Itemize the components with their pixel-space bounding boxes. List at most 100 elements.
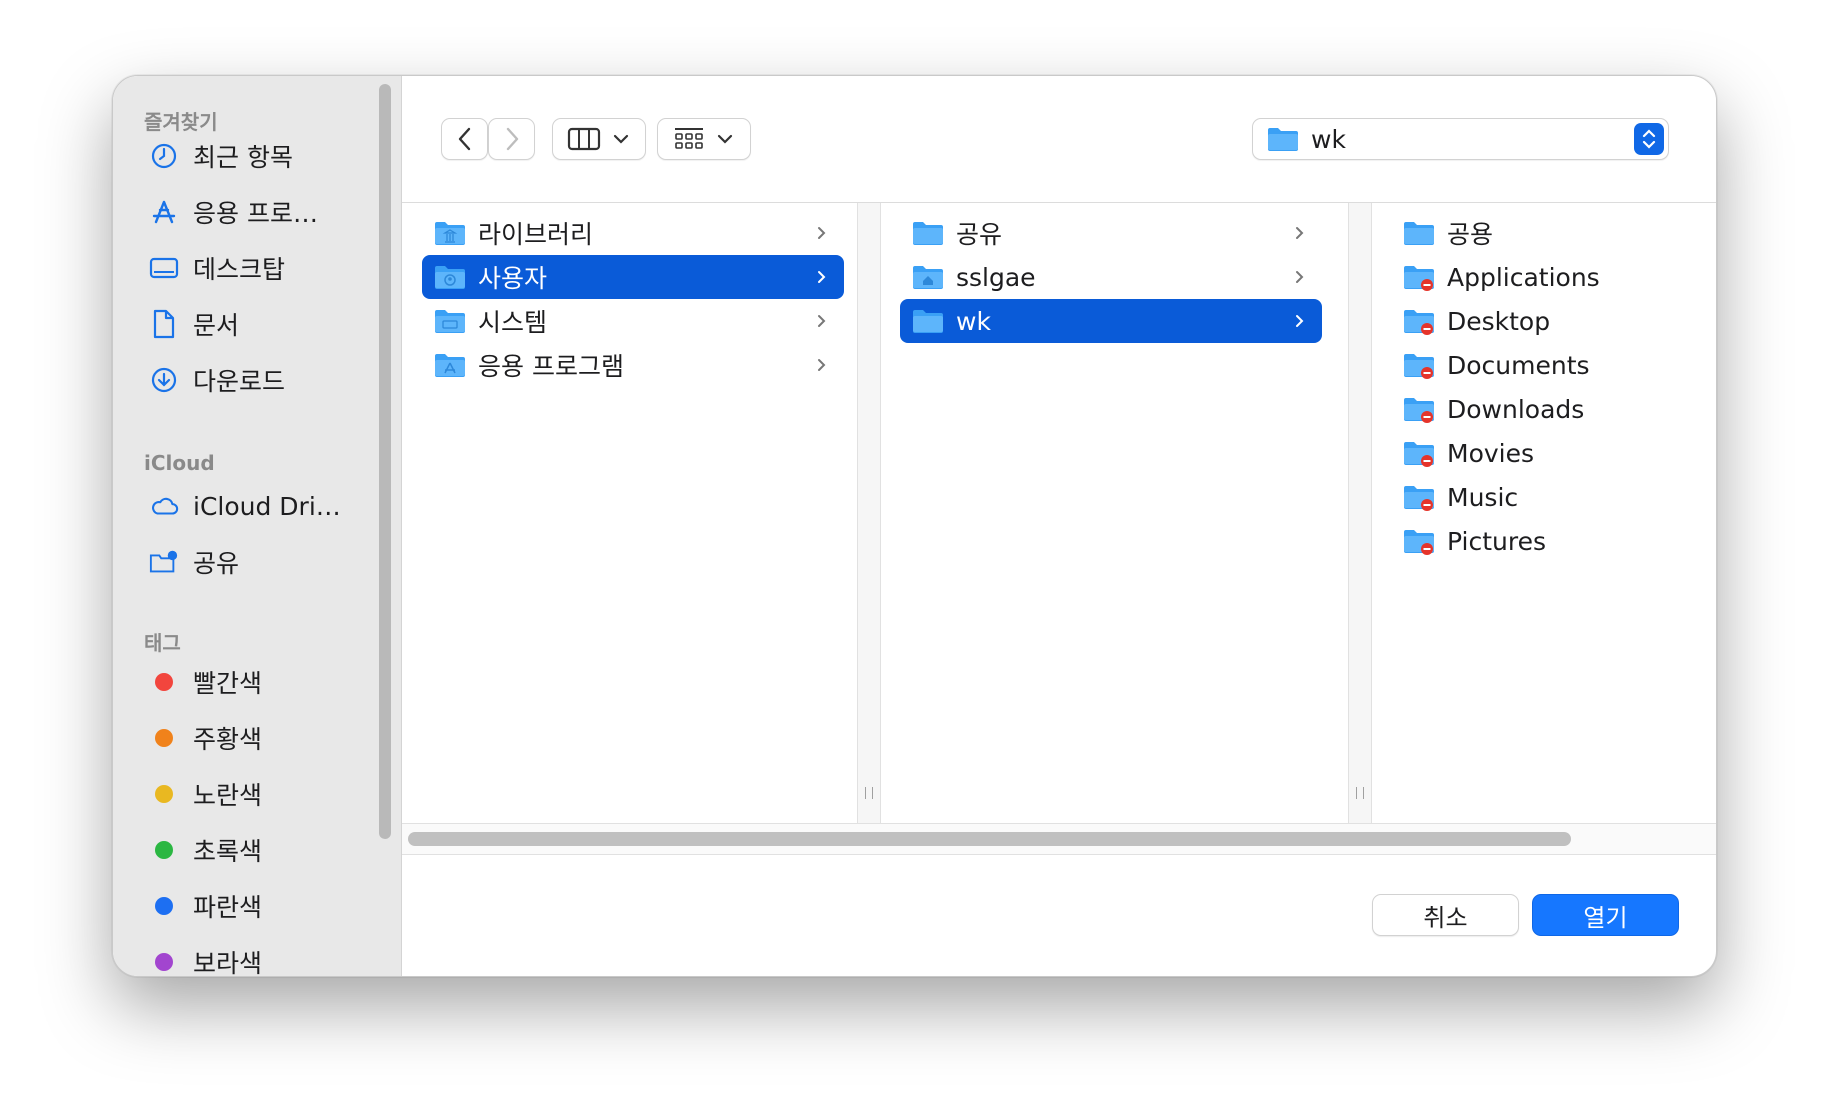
group-button[interactable]	[657, 118, 751, 160]
sidebar-item-desktop[interactable]: 데스크탑	[149, 248, 285, 288]
list-item-selected[interactable]: 사용자	[422, 255, 844, 299]
chevron-right-icon	[818, 315, 826, 327]
list-item-label: 응용 프로그램	[478, 352, 624, 381]
tag-dot-icon	[149, 723, 179, 753]
sidebar-tag-blue[interactable]: 파란색	[149, 886, 262, 926]
library-folder-icon	[434, 220, 466, 246]
restricted-folder-icon	[1403, 352, 1435, 379]
view-mode-button[interactable]	[552, 118, 646, 160]
list-item[interactable]: Applications	[1391, 255, 1691, 299]
list-item-label: Music	[1447, 482, 1519, 512]
sidebar-item-label: 최근 항목	[193, 143, 293, 172]
chevron-right-icon	[818, 359, 826, 371]
restricted-folder-icon	[1403, 264, 1435, 291]
chevron-right-icon	[818, 271, 826, 283]
chevron-down-icon	[613, 134, 629, 144]
restricted-folder-icon	[1403, 308, 1435, 335]
sidebar-item-shared[interactable]: 공유	[149, 542, 239, 582]
sidebar-item-label: iCloud Dri…	[193, 491, 341, 521]
sidebar-item-label: 다운로드	[193, 367, 286, 396]
column-resize-handle[interactable]	[1348, 203, 1372, 823]
horizontal-scrollbar[interactable]	[402, 823, 1716, 855]
sidebar-tag-green[interactable]: 초록색	[149, 830, 262, 870]
columns-view-icon	[567, 127, 601, 151]
list-item-label: sslgae	[956, 262, 1036, 292]
tag-dot-icon	[149, 779, 179, 809]
list-item[interactable]: sslgae	[900, 255, 1322, 299]
list-item-label: wk	[956, 306, 991, 336]
open-button[interactable]: 열기	[1532, 894, 1679, 936]
stepper-icon	[1634, 123, 1664, 155]
sidebar-section-tags: 태그	[144, 631, 181, 655]
tag-dot-icon	[149, 667, 179, 697]
system-folder-icon	[434, 308, 466, 334]
restricted-folder-icon	[1403, 396, 1435, 423]
sidebar-tag-orange[interactable]: 주황색	[149, 718, 262, 758]
download-icon	[149, 365, 179, 395]
chevron-right-icon	[1296, 271, 1304, 283]
list-item-label: Downloads	[1447, 394, 1585, 424]
sidebar-item-label: 파란색	[193, 893, 263, 922]
list-item[interactable]: 공유	[900, 211, 1322, 255]
sidebar-item-label: 데스크탑	[193, 255, 286, 284]
list-item-label: Pictures	[1447, 526, 1546, 556]
sidebar-tag-red[interactable]: 빨간색	[149, 662, 262, 702]
scrollbar-thumb[interactable]	[408, 832, 1571, 846]
column-resize-handle[interactable]	[857, 203, 881, 823]
list-item[interactable]: 응용 프로그램	[422, 343, 844, 387]
list-item[interactable]: 시스템	[422, 299, 844, 343]
chevron-right-icon	[1296, 315, 1304, 327]
sidebar-scrollbar[interactable]	[379, 84, 391, 839]
list-item[interactable]: Documents	[1391, 343, 1691, 387]
chevron-right-icon	[506, 127, 518, 151]
tag-dot-icon	[149, 835, 179, 865]
sidebar-item-label: 보라색	[193, 949, 263, 977]
list-item-label: 공유	[956, 220, 1003, 249]
cloud-icon	[149, 491, 179, 521]
forward-button[interactable]	[488, 118, 535, 160]
app-store-icon	[149, 197, 179, 227]
list-item-label: Documents	[1447, 350, 1590, 380]
applications-folder-icon	[434, 352, 466, 378]
location-popup[interactable]: wk	[1252, 118, 1669, 160]
chevron-right-icon	[818, 227, 826, 239]
sidebar-item-documents[interactable]: 문서	[149, 304, 239, 344]
sidebar-item-recents[interactable]: 최근 항목	[149, 136, 293, 176]
list-item-label: 시스템	[478, 308, 548, 337]
sidebar-item-applications[interactable]: 응용 프로…	[149, 192, 318, 232]
list-item[interactable]: 라이브러리	[422, 211, 844, 255]
folder-icon	[1403, 220, 1435, 246]
tag-dot-icon	[149, 891, 179, 921]
sidebar-item-label: 문서	[193, 311, 240, 340]
sidebar-item-label: 응용 프로…	[193, 199, 318, 228]
grid-icon	[675, 128, 703, 149]
restricted-folder-icon	[1403, 484, 1435, 511]
back-button[interactable]	[441, 118, 488, 160]
list-item-selected[interactable]: wk	[900, 299, 1322, 343]
desktop-icon	[149, 253, 179, 283]
list-item[interactable]: Desktop	[1391, 299, 1691, 343]
home-folder-icon	[912, 264, 944, 290]
column-browser: 라이브러리 사용자 시스템 응용 프로그램 공유 sslgae wk 공용 Ap…	[402, 203, 1716, 823]
list-item[interactable]: Movies	[1391, 431, 1691, 475]
sidebar-section-favorites: 즐겨찾기	[144, 110, 218, 134]
list-item-label: Applications	[1447, 262, 1600, 292]
list-item[interactable]: 공용	[1391, 211, 1691, 255]
chevron-down-icon	[717, 134, 733, 144]
list-item[interactable]: Music	[1391, 475, 1691, 519]
sidebar-item-label: 공유	[193, 549, 240, 578]
sidebar-section-icloud: iCloud	[144, 451, 215, 475]
cancel-button[interactable]: 취소	[1372, 894, 1519, 936]
list-item[interactable]: Downloads	[1391, 387, 1691, 431]
list-item[interactable]: Pictures	[1391, 519, 1691, 563]
sidebar-tag-yellow[interactable]: 노란색	[149, 774, 262, 814]
toolbar: wk	[402, 76, 1716, 203]
sidebar-item-label: 빨간색	[193, 669, 263, 698]
chevron-right-icon	[1296, 227, 1304, 239]
list-item-label: Desktop	[1447, 306, 1551, 336]
list-item-label: 공용	[1447, 220, 1494, 249]
list-item-label: 사용자	[478, 264, 548, 293]
sidebar-tag-purple[interactable]: 보라색	[149, 942, 263, 977]
sidebar-item-icloud-drive[interactable]: iCloud Dri…	[149, 486, 341, 526]
sidebar-item-downloads[interactable]: 다운로드	[149, 360, 285, 400]
